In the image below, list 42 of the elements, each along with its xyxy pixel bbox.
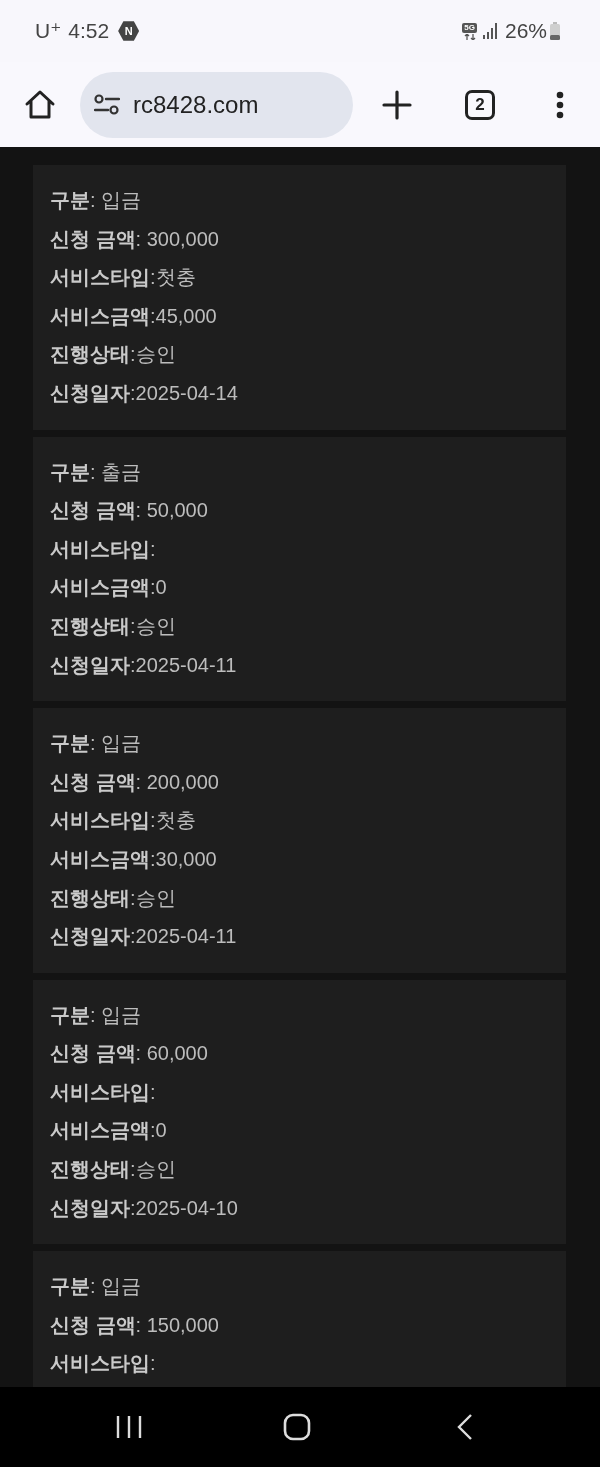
detail-line: 구분: 입금 [50,1274,143,1300]
site-settings-icon[interactable] [94,93,120,116]
detail-line: 신청일자:2025-04-10 [50,1195,239,1221]
detail-line: 서비스금액:0 [50,1118,168,1144]
detail-line: 서비스금액:0 [50,575,168,601]
detail-line: 신청일자:2025-04-14 [50,380,239,406]
new-tab-icon[interactable] [382,89,412,120]
home-icon[interactable] [24,88,56,121]
detail-line: 신청 금액: 200,000 [50,769,220,795]
tab-count-button[interactable]: 2 [465,89,495,120]
clock-time: 4:52 [68,19,110,43]
battery-icon [550,22,560,40]
detail-line: 진행상태:승인 [50,1157,177,1183]
detail-line: 서비스타입: [50,1351,157,1377]
detail-line: 서비스타입: [50,1079,157,1105]
detail-line: 신청 금액: 60,000 [50,1041,209,1067]
network-type: 5G [462,22,477,33]
detail-line: 신청 금액: 300,000 [50,226,220,252]
detail-line: 서비스금액:45,000 [50,303,218,329]
detail-line: 진행상태:승인 [50,613,177,639]
address-bar[interactable]: rc8428.com [80,71,353,138]
detail-line: 신청일자:2025-04-11 [50,652,238,678]
signal-icon [482,23,498,39]
detail-line: 신청 금액: 50,000 [50,498,209,524]
detail-line: 구분: 입금 [50,1002,143,1028]
detail-line: 신청일자:2025-04-11 [50,924,238,950]
detail-line: 신청 금액: 150,000 [50,1312,220,1338]
detail-line: 구분: 출금 [50,459,143,485]
detail-line: 서비스타입: [50,536,157,562]
detail-line: 진행상태:승인 [50,885,177,911]
notification-badge: N [118,20,140,42]
battery-percent: 26% [504,19,547,43]
url-text: rc8428.com [133,90,259,119]
detail-line: 진행상태:승인 [50,342,177,368]
detail-line: 구분: 입금 [50,731,143,757]
detail-line: 서비스타입:첫충 [50,808,197,834]
detail-line: 구분: 입금 [50,188,143,213]
detail-line: 서비스타입:첫충 [50,265,197,291]
detail-line: 서비스금액:30,000 [50,846,218,872]
more-icon[interactable] [556,90,564,119]
carrier-label: U⁺ [35,19,62,43]
data-arrows-icon [463,33,476,40]
